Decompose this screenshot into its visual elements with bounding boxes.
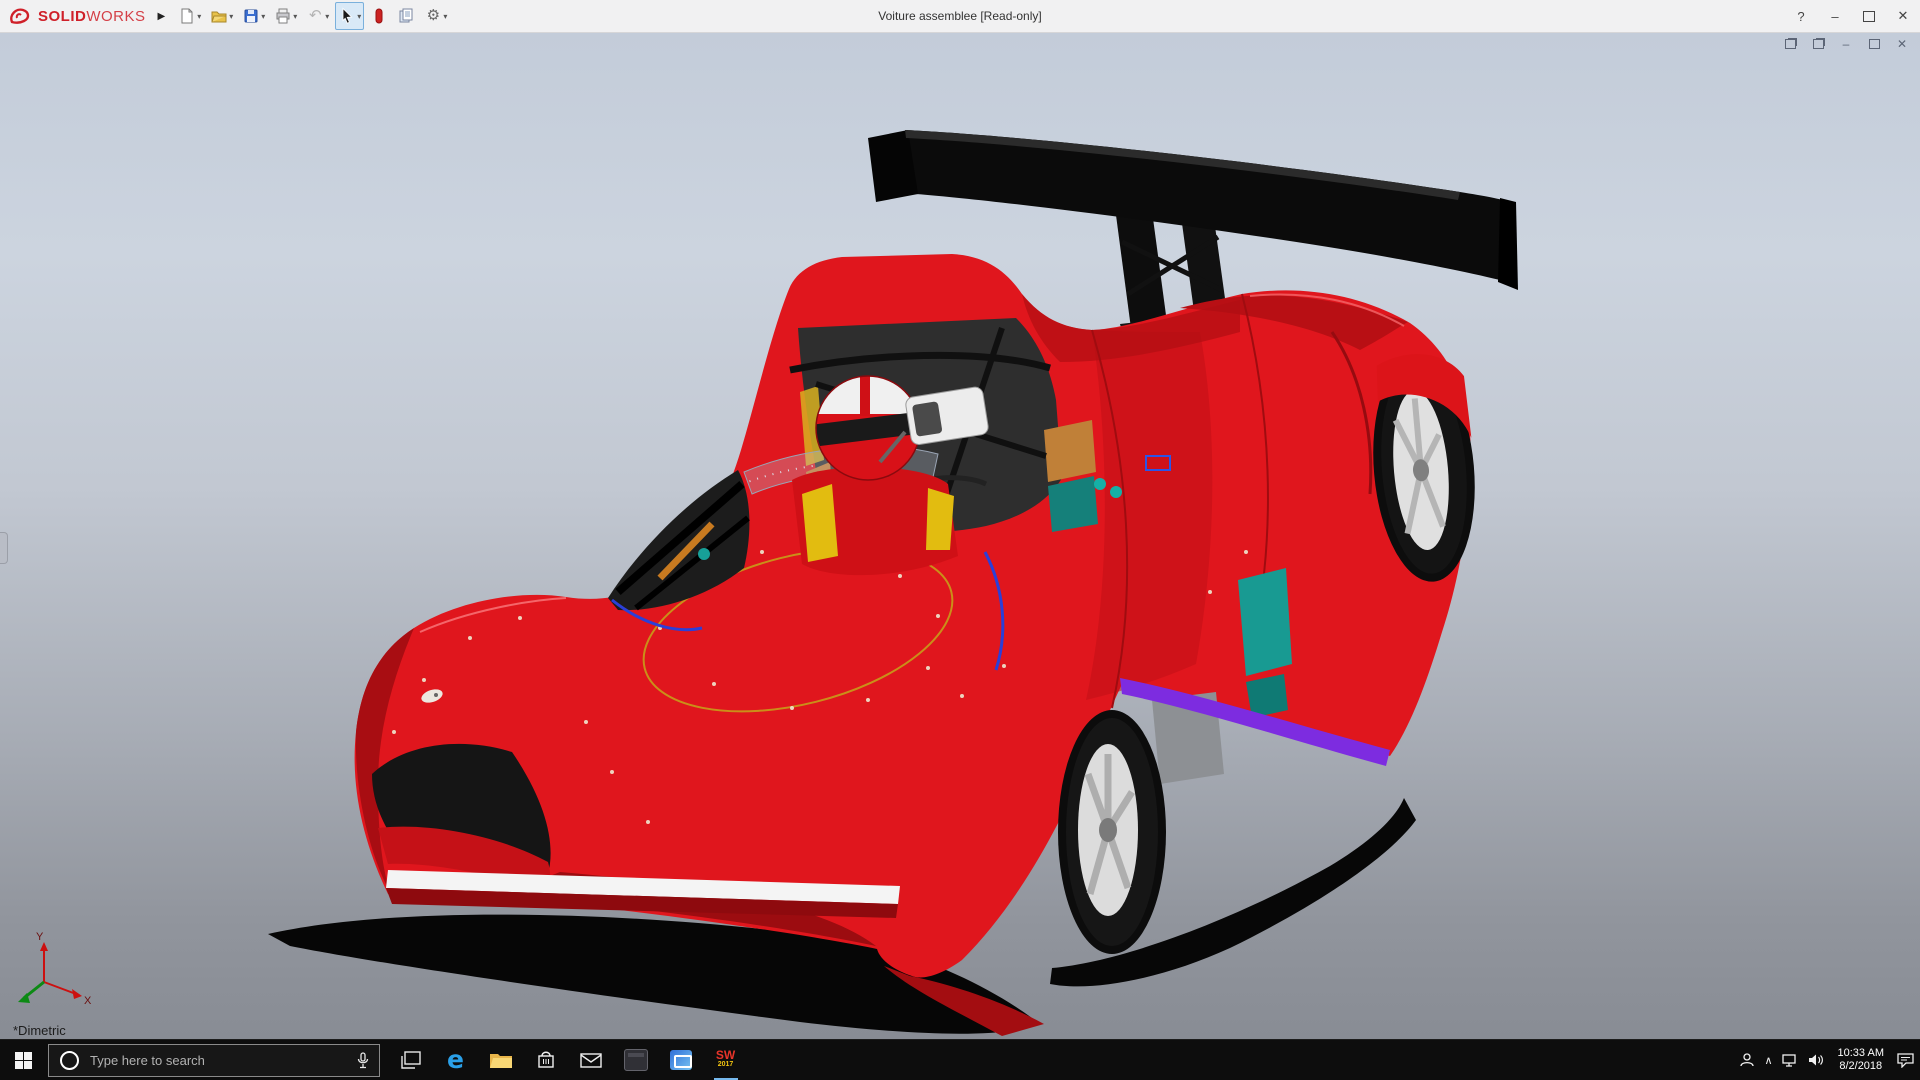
expand-menu-icon[interactable]: ▶ [158,11,166,22]
taskbar-apps: e SW [388,1040,748,1080]
new-document-button[interactable]: ▾ [175,2,204,30]
open-caret[interactable]: ▾ [229,12,233,21]
dassault-logo-icon [8,6,34,26]
taskbar-search[interactable] [48,1044,380,1077]
select-caret[interactable]: ▾ [357,12,361,21]
graphics-viewport[interactable]: – ✕ [0,32,1920,1040]
brand-solid: SOLID [38,8,86,25]
window-controls: ? – ✕ [1784,0,1920,32]
search-input[interactable] [88,1052,347,1069]
taskbar-viewer-app-button[interactable] [658,1040,703,1080]
mail-icon [580,1052,602,1069]
save-button[interactable]: ▾ [239,2,268,30]
start-button[interactable] [0,1040,46,1080]
taskbar-edge-button[interactable]: e [433,1040,478,1080]
taskbar-mail-button[interactable] [568,1040,613,1080]
task-view-button[interactable] [388,1040,433,1080]
minimize-button[interactable]: – [1818,0,1852,32]
network-icon[interactable] [1782,1053,1799,1067]
open-folder-icon [210,7,228,25]
printer-icon [274,7,292,25]
select-tool-button[interactable]: ▾ [335,2,364,30]
titlebar: SOLIDWORKS ▶ ▾ ▾ ▾ [0,0,1920,33]
select-cursor-icon [338,7,356,25]
maximize-icon [1863,11,1875,22]
taskbar-clock[interactable]: 10:33 AM 8/2/2018 [1834,1047,1888,1073]
tray-chevron-up-icon[interactable]: ∧ [1764,1054,1772,1067]
system-tray: ∧ 10:33 AM 8/2/2018 [1739,1047,1920,1073]
taskbar-store-button[interactable] [523,1040,568,1080]
panel-collapse-tab[interactable] [0,532,8,564]
file-explorer-icon [489,1050,513,1070]
store-icon [536,1050,556,1070]
undo-icon: ↶ [306,7,324,25]
media-app-icon [624,1049,648,1071]
task-view-icon [401,1051,421,1069]
save-caret[interactable]: ▾ [261,12,265,21]
clock-date: 8/2/2018 [1838,1060,1884,1073]
action-center-icon[interactable] [1897,1052,1914,1068]
options-caret[interactable]: ▾ [443,12,447,21]
doc-restore-a-button[interactable] [1782,37,1798,51]
people-icon[interactable] [1739,1052,1755,1068]
new-document-icon [178,7,196,25]
3d-model-race-car[interactable]: Y X [0,32,1920,1040]
sw-icon-year: 2017 [718,1060,734,1070]
volume-icon[interactable] [1808,1053,1825,1067]
help-button[interactable]: ? [1784,0,1818,32]
taskbar-file-explorer-button[interactable] [478,1040,523,1080]
brand-text: SOLIDWORKS [38,8,146,25]
triad-x-label: X [84,995,92,1007]
doc-minimize-button[interactable]: – [1838,37,1854,51]
microphone-icon[interactable] [357,1052,369,1069]
quick-access-toolbar: ▾ ▾ ▾ ▾ ↶ ▾ [175,2,450,30]
maximize-button[interactable] [1852,0,1886,32]
orientation-triad: Y X [18,931,92,1007]
undo-button[interactable]: ↶ ▾ [303,2,332,30]
taskbar: e SW [0,1039,1920,1080]
save-floppy-icon [242,7,260,25]
solidworks-logo: SOLIDWORKS [0,6,146,26]
window-title: Voiture assemblee [Read-only] [878,0,1041,32]
report-pages-icon [397,7,415,25]
taskbar-solidworks-button[interactable]: SW 2017 [703,1040,748,1080]
triad-y-label: Y [36,931,44,943]
brand-works: WORKS [86,8,145,25]
red-marker-icon [370,7,388,25]
taskbar-media-app-button[interactable] [613,1040,658,1080]
view-orientation-label: *Dimetric [13,1023,66,1038]
options-button[interactable]: ⚙ ▾ [421,2,450,30]
marker-tool-button[interactable] [367,2,391,30]
windows-logo-icon [15,1052,32,1069]
new-document-caret[interactable]: ▾ [197,12,201,21]
print-caret[interactable]: ▾ [293,12,297,21]
viewer-app-icon [670,1050,692,1070]
rear-right-wheel[interactable] [1058,710,1166,954]
clock-time: 10:33 AM [1838,1047,1884,1060]
undo-caret[interactable]: ▾ [325,12,329,21]
doc-restore-b-button[interactable] [1810,37,1826,51]
cortana-icon [60,1051,79,1070]
close-button[interactable]: ✕ [1886,0,1920,32]
sw-icon-text: SW [716,1050,735,1060]
doc-maximize-button[interactable] [1866,37,1882,51]
gear-icon: ⚙ [424,7,442,25]
open-button[interactable]: ▾ [207,2,236,30]
report-button[interactable] [394,2,418,30]
solidworks-2017-icon: SW 2017 [716,1050,735,1070]
print-button[interactable]: ▾ [271,2,300,30]
document-window-controls: – ✕ [1782,37,1910,51]
doc-close-button[interactable]: ✕ [1894,37,1910,51]
edge-icon: e [447,1048,464,1072]
